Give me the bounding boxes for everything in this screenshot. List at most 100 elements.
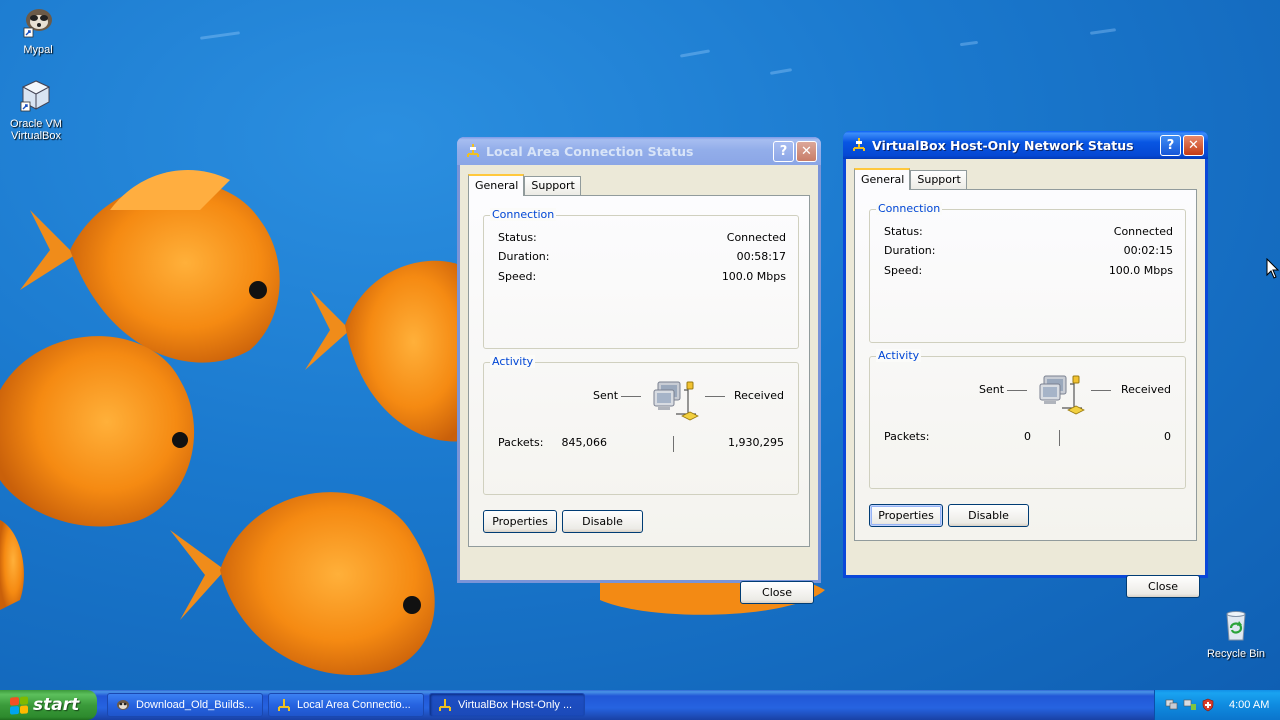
tab-general[interactable]: General [468, 174, 525, 196]
network-computers-icon [653, 381, 699, 421]
task-label: Local Area Connectio... [297, 699, 411, 711]
taskbar: start Download_Old_Builds... Local Area … [0, 690, 1280, 720]
activity-group: Activity Sent Received [483, 355, 799, 495]
network-tray-icon[interactable] [1183, 698, 1197, 712]
desktop-icon-recycle-bin[interactable]: Recycle Bin [1198, 608, 1274, 660]
start-label: start [33, 695, 80, 715]
desktop: Mypal Oracle VM VirtualBox Recycle Bin L… [0, 0, 1280, 690]
water-streak [199, 31, 241, 40]
received-line [705, 396, 725, 397]
tab-page-general: Connection Status: Connected Duration: 0… [468, 195, 810, 547]
duration-value: 00:02:15 [1123, 244, 1173, 257]
tab-support[interactable]: Support [910, 170, 967, 189]
desktop-icon-label: Oracle VM VirtualBox [10, 118, 62, 142]
close-button[interactable]: Close [1126, 575, 1200, 598]
recycle-bin-icon [1226, 611, 1246, 641]
clock[interactable]: 4:00 AM [1229, 699, 1269, 711]
sent-label: Sent [593, 389, 619, 402]
taskbar-button-local-area-connection[interactable]: Local Area Connectio... [268, 693, 424, 717]
properties-button[interactable]: Properties [483, 510, 557, 533]
speed-row: Speed: 100.0 Mbps [498, 270, 786, 283]
connection-group-title: Connection [490, 208, 557, 221]
network-connection-icon [853, 138, 865, 151]
task-label: Download_Old_Builds... [136, 699, 254, 711]
water-streak [959, 40, 979, 47]
status-label: Status: [884, 225, 923, 238]
close-window-button[interactable]: ✕ [796, 140, 817, 162]
tab-strip: General Support [468, 173, 810, 196]
duration-value: 00:58:17 [736, 250, 786, 263]
speed-row: Speed: 100.0 Mbps [884, 264, 1173, 277]
sent-label: Sent [979, 383, 1005, 396]
duration-row: Duration: 00:58:17 [498, 250, 786, 263]
disable-button[interactable]: Disable [562, 510, 643, 533]
status-label: Status: [498, 231, 537, 244]
window-body: General Support Connection Status: Conne… [846, 159, 1205, 598]
sent-line [621, 396, 641, 397]
title-bar[interactable]: Local Area Connection Status ? ✕ [457, 137, 821, 165]
speed-label: Speed: [884, 264, 923, 277]
activity-group: Activity Sent Received [869, 349, 1186, 489]
received-line [1091, 390, 1111, 391]
network-connection-icon [278, 699, 290, 711]
title-bar[interactable]: VirtualBox Host-Only Network Status ? ✕ [843, 131, 1208, 159]
tab-strip: General Support [854, 167, 1197, 190]
security-shield-icon[interactable] [1201, 698, 1215, 712]
disable-button[interactable]: Disable [948, 504, 1029, 527]
connection-group: Connection Status: Connected Duration: 0… [483, 208, 799, 349]
window-title: Local Area Connection Status [486, 143, 694, 159]
connection-group-title: Connection [876, 202, 943, 215]
speed-label: Speed: [498, 270, 537, 283]
packets-sent-value: 0 [1024, 430, 1031, 443]
desktop-icon-mypal[interactable]: Mypal [0, 4, 76, 56]
status-row: Status: Connected [498, 231, 786, 244]
close-window-button[interactable]: ✕ [1183, 134, 1204, 156]
packets-received-value: 0 [1164, 430, 1171, 443]
status-value: Connected [726, 231, 786, 244]
taskbar-button-download-old-builds[interactable]: Download_Old_Builds... [107, 693, 263, 717]
lan-status-window[interactable]: Local Area Connection Status ? ✕ General… [457, 137, 821, 604]
received-label: Received [1120, 383, 1171, 396]
packets-sent-value: 845,066 [561, 436, 608, 449]
network-tray-icon[interactable] [1165, 698, 1179, 712]
window-title: VirtualBox Host-Only Network Status [872, 137, 1134, 153]
close-button[interactable]: Close [740, 581, 814, 604]
help-button[interactable]: ? [773, 140, 794, 162]
help-button[interactable]: ? [1160, 134, 1181, 156]
start-button[interactable]: start [0, 690, 97, 720]
vbox-status-window[interactable]: VirtualBox Host-Only Network Status ? ✕ … [843, 131, 1208, 598]
speed-value: 100.0 Mbps [1108, 264, 1173, 277]
duration-label: Duration: [498, 250, 550, 263]
connection-group: Connection Status: Connected Duration: 0… [869, 202, 1186, 343]
status-row: Status: Connected [884, 225, 1173, 238]
windows-flag-icon [10, 695, 28, 715]
system-tray: 4:00 AM [1154, 690, 1280, 720]
window-body: General Support Connection Status: Conne… [460, 165, 818, 604]
duration-row: Duration: 00:02:15 [884, 244, 1173, 257]
desktop-icon-label: Mypal [23, 44, 53, 56]
status-value: Connected [1113, 225, 1173, 238]
network-connection-icon [439, 699, 451, 711]
mypal-raccoon-icon [23, 9, 52, 38]
water-streak [679, 49, 711, 58]
water-streak [1089, 28, 1117, 35]
properties-button[interactable]: Properties [869, 504, 943, 527]
packets-received-value: 1,930,295 [728, 436, 784, 449]
tab-support[interactable]: Support [524, 176, 581, 195]
received-label: Received [733, 389, 784, 402]
tab-general[interactable]: General [854, 168, 911, 190]
tab-page-general: Connection Status: Connected Duration: 0… [854, 189, 1197, 541]
wallpaper-fish-graphic [0, 170, 470, 676]
desktop-icon-virtualbox[interactable]: Oracle VM VirtualBox [0, 78, 74, 142]
task-label: VirtualBox Host-Only ... [458, 699, 573, 711]
packets-divider [1059, 430, 1060, 446]
virtualbox-cube-icon [20, 80, 51, 112]
desktop-icon-label: Recycle Bin [1206, 648, 1266, 660]
network-computers-icon [1039, 375, 1085, 415]
packets-label: Packets: [498, 436, 544, 449]
taskbar-button-virtualbox-host-only[interactable]: VirtualBox Host-Only ... [429, 693, 585, 717]
activity-group-title: Activity [876, 349, 922, 362]
network-connection-icon [467, 144, 479, 157]
activity-group-title: Activity [490, 355, 536, 368]
packets-divider [673, 436, 674, 452]
